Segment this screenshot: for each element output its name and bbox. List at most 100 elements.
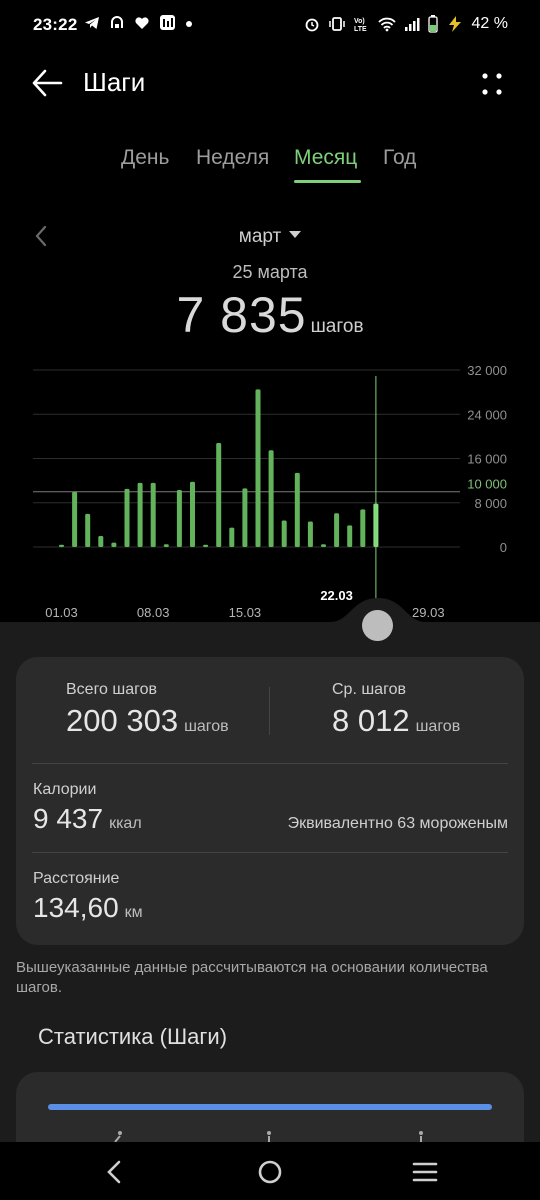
- menu-lines-icon: [412, 1162, 438, 1182]
- battery-percent: 42 %: [471, 15, 508, 32]
- chart-bar: [124, 488, 130, 547]
- data-footnote: Вышеуказанные данные рассчитываются на о…: [16, 959, 488, 996]
- chart-bar: [281, 520, 287, 547]
- heart-icon: [135, 16, 149, 29]
- distance: Расстояние 134,60 км: [33, 870, 143, 924]
- status-left-icons: [84, 14, 193, 31]
- chart-bar: [242, 488, 248, 547]
- app-bar: Шаги: [0, 52, 540, 120]
- status-right: Vo) LTE 42 %: [304, 15, 508, 33]
- x-tick-label: 08.03: [137, 605, 170, 620]
- chart-bar: [216, 443, 222, 547]
- chevron-left-icon: [107, 1160, 121, 1184]
- selected-steps: 7 835 шагов: [0, 286, 540, 344]
- chart-bar: [190, 481, 195, 547]
- vibrate-icon: [328, 17, 345, 31]
- notification-icon: [111, 15, 123, 28]
- distance-unit: км: [124, 904, 143, 921]
- svg-text:LTE: LTE: [354, 26, 367, 32]
- y-tick-label: 0: [500, 540, 507, 555]
- chart-bar: [203, 544, 209, 547]
- chart-bar: [137, 482, 143, 547]
- chart-bar: [163, 544, 169, 547]
- calories-unit: ккал: [109, 815, 142, 832]
- month-dropdown[interactable]: март: [0, 226, 540, 248]
- statistics-title: Статистика (Шаги): [38, 1024, 228, 1049]
- alarm-icon: [305, 18, 318, 32]
- average-steps-value: 8 012: [332, 703, 410, 738]
- battery-icon: [427, 15, 438, 33]
- tab-month[interactable]: Месяц: [294, 146, 357, 170]
- average-steps: Ср. шагов 8 012 шагов: [332, 681, 460, 739]
- tab-underline: [294, 180, 361, 183]
- chart-drag-handle[interactable]: [362, 610, 393, 641]
- back-button[interactable]: [30, 66, 70, 102]
- divider: [32, 763, 508, 764]
- nav-back-button[interactable]: [98, 1156, 130, 1188]
- circle-home-icon: [258, 1160, 282, 1184]
- summary-card: Всего шагов 200 303 шагов Ср. шагов 8 012…: [16, 657, 524, 945]
- average-steps-unit: шагов: [415, 718, 461, 735]
- chart-bar: [294, 472, 300, 547]
- total-steps-label: Всего шагов: [66, 681, 158, 698]
- period-tabs: День Неделя Месяц Год: [0, 138, 540, 188]
- tab-week[interactable]: Неделя: [196, 146, 269, 170]
- arrow-left-icon: [32, 69, 63, 97]
- signal-icon: [404, 18, 420, 31]
- more-options-button[interactable]: [474, 66, 510, 102]
- selected-steps-unit: шагов: [310, 316, 364, 337]
- total-steps-unit: шагов: [184, 718, 229, 735]
- y-tick-label: 16 000: [467, 452, 507, 467]
- chart-bar: [150, 482, 156, 547]
- calories-label: Калории: [33, 781, 97, 798]
- tab-year[interactable]: Год: [383, 146, 416, 170]
- system-nav-bar: [0, 1142, 540, 1200]
- selected-steps-value: 7 835: [176, 287, 307, 343]
- y-tick-label: 8 000: [474, 496, 507, 511]
- total-steps: Всего шагов 200 303 шагов: [66, 681, 229, 739]
- calories-equivalent: Эквивалентно 63 мороженым: [287, 815, 508, 832]
- steps-bar-chart[interactable]: 32 000 24 000 16 000 8 000 0 10 000 01.03 08.03…: [0, 350, 540, 630]
- column-divider: [269, 687, 270, 735]
- chart-bar: [176, 490, 182, 547]
- charging-icon: [448, 16, 461, 32]
- app-icon: [160, 15, 175, 30]
- y-tick-label: 24 000: [467, 407, 507, 422]
- status-time: 23:22: [33, 15, 78, 34]
- total-steps-value: 200 303: [66, 703, 179, 738]
- calories: Калории 9 437 ккал: [33, 781, 142, 835]
- chart-bar: [98, 535, 104, 547]
- x-tick-label: 15.03: [229, 605, 262, 620]
- nav-home-button[interactable]: [254, 1156, 286, 1188]
- telegram-icon: [85, 16, 99, 29]
- nav-recents-button[interactable]: [409, 1156, 441, 1188]
- chart-bar: [268, 450, 274, 547]
- distance-value: 134,60: [33, 892, 119, 923]
- tab-day[interactable]: День: [121, 146, 169, 170]
- volte-icon: Vo)LTE: [354, 18, 367, 32]
- wifi-icon: [377, 17, 396, 32]
- chart-bar: [321, 544, 326, 547]
- distance-label: Расстояние: [33, 870, 120, 887]
- more-dots-icon: [482, 73, 502, 95]
- dot-icon: [186, 20, 192, 27]
- x-tick-label: 01.03: [45, 605, 78, 620]
- chart-bar: [85, 513, 91, 547]
- chart-bar: [360, 509, 366, 547]
- status-bar: 23:22 Vo) LTE 42 %: [0, 0, 540, 52]
- chart-bar: [334, 513, 340, 547]
- chart-bar: [307, 521, 313, 547]
- chart-bar: [255, 389, 261, 547]
- selected-date: 25 марта: [232, 262, 308, 282]
- caret-down-icon: [289, 231, 302, 238]
- month-label: март: [238, 226, 282, 247]
- chart-bar: [347, 525, 353, 547]
- average-steps-label: Ср. шагов: [332, 681, 406, 698]
- chart-bar: [229, 527, 235, 547]
- divider: [32, 852, 508, 853]
- statistics-progress-bar: [48, 1104, 492, 1110]
- calories-value: 9 437: [33, 803, 104, 834]
- y-tick-label: 32 000: [467, 363, 507, 378]
- chart-bar: [111, 542, 117, 547]
- chart-bar: [72, 491, 78, 547]
